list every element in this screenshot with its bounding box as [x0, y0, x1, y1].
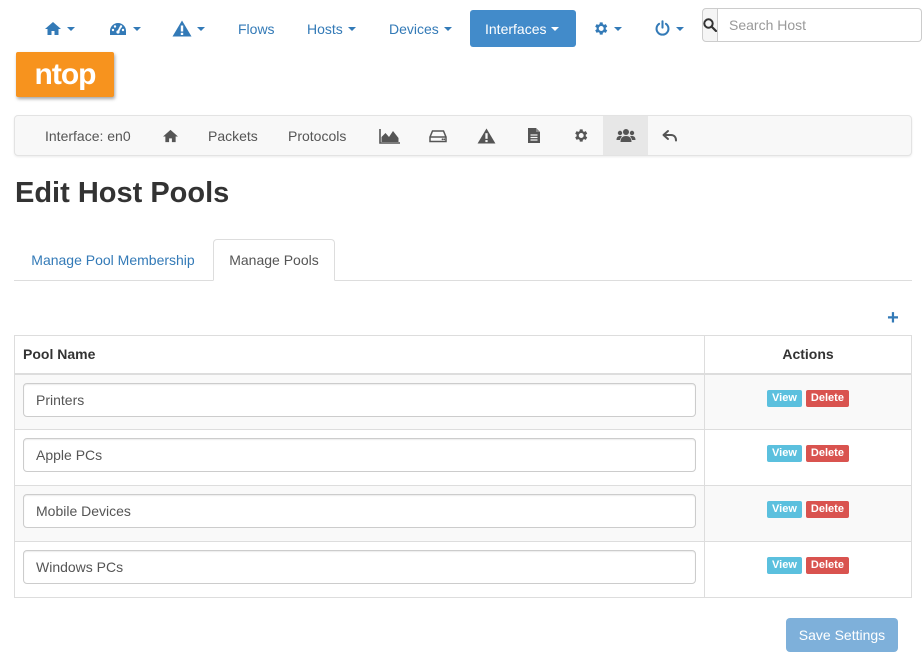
page-title: Edit Host Pools [15, 177, 230, 209]
gear-icon [592, 20, 609, 37]
nav-hosts-menu[interactable]: Hosts [307, 10, 356, 47]
pool-name-input[interactable] [23, 494, 696, 528]
interface-charts-link[interactable] [375, 116, 405, 155]
plus-icon: + [887, 307, 899, 329]
dashboard-gauge-icon [108, 21, 128, 37]
interface-host-pools-link[interactable] [603, 116, 648, 155]
nav-alerts-menu[interactable] [172, 10, 205, 47]
search-input[interactable] [718, 8, 922, 42]
nav-settings-menu[interactable] [592, 10, 622, 47]
home-icon [44, 21, 62, 36]
search-button[interactable] [702, 8, 718, 42]
chevron-down-icon [197, 26, 205, 31]
warning-icon [172, 20, 192, 37]
interface-settings-link[interactable] [565, 116, 595, 155]
ntop-logo[interactable]: ntop [16, 52, 114, 97]
chevron-down-icon [347, 26, 356, 31]
area-chart-icon [379, 128, 400, 144]
nav-hosts-label: Hosts [307, 20, 343, 37]
nav-interfaces-label: Interfaces [485, 20, 547, 37]
pool-name-cell [14, 429, 705, 486]
nav-home-menu[interactable] [44, 10, 75, 47]
interface-packets-link[interactable]: Packets [208, 116, 258, 155]
interface-storage-link[interactable] [423, 116, 453, 155]
pool-name-cell [14, 485, 705, 542]
delete-button[interactable]: Delete [805, 501, 849, 518]
actions-cell: View Delete [704, 429, 912, 486]
table-row: ViewDelete [14, 373, 912, 430]
host-search [702, 8, 922, 42]
warning-icon [477, 127, 495, 144]
add-pool-button[interactable]: + [885, 307, 901, 329]
interface-nav: Interface: en0 Packets Protocols [14, 115, 912, 156]
delete-button[interactable]: Delete [805, 445, 849, 462]
back-link[interactable] [655, 116, 685, 155]
nav-dashboard-menu[interactable] [108, 10, 141, 47]
home-icon [162, 129, 178, 142]
nav-interfaces-menu[interactable]: Interfaces [470, 10, 576, 47]
chevron-down-icon [67, 26, 75, 31]
power-icon [654, 20, 671, 37]
column-header-pool-name: Pool Name [14, 335, 705, 375]
logo-text: ntop [34, 57, 97, 91]
nav-devices-menu[interactable]: Devices [389, 10, 452, 47]
table-row: ViewDelete [14, 541, 912, 598]
table-row: ViewDelete [14, 485, 912, 542]
interface-protocols-link[interactable]: Protocols [288, 116, 346, 155]
interface-report-link[interactable] [519, 116, 549, 155]
pool-name-cell [14, 541, 705, 598]
chevron-down-icon [614, 26, 622, 31]
table-row: ViewDelete [14, 429, 912, 486]
save-settings-button[interactable]: Save Settings [786, 618, 898, 652]
hard-drive-icon [429, 129, 447, 142]
users-icon [616, 129, 635, 142]
chevron-down-icon [443, 26, 452, 31]
chevron-down-icon [676, 26, 684, 31]
nav-flows-link[interactable]: Flows [238, 10, 275, 47]
interface-home-link[interactable] [153, 116, 187, 155]
actions-cell: View Delete [704, 373, 912, 430]
nav-power-menu[interactable] [654, 10, 684, 47]
table-header-row: Pool Name Actions [14, 335, 912, 375]
pool-name-input[interactable] [23, 550, 696, 584]
nav-flows-label: Flows [238, 20, 275, 37]
view-button[interactable]: View [767, 445, 802, 462]
view-button[interactable]: View [767, 389, 802, 407]
actions-cell: View Delete [704, 541, 912, 598]
view-button[interactable]: View [767, 501, 802, 518]
pools-table: Pool Name Actions ViewDelete ViewDelete [14, 335, 912, 598]
chevron-down-icon [551, 26, 560, 31]
file-text-icon [528, 128, 540, 143]
search-icon [703, 18, 717, 32]
interface-alerts-link[interactable] [471, 116, 501, 155]
gear-icon [574, 129, 587, 142]
pool-name-input[interactable] [23, 438, 696, 472]
actions-cell: View Delete [704, 485, 912, 542]
tab-manage-pool-membership[interactable]: Manage Pool Membership [14, 239, 212, 281]
nav-devices-label: Devices [389, 20, 439, 37]
tab-manage-pools[interactable]: Manage Pools [213, 239, 335, 281]
back-arrow-icon [662, 129, 677, 141]
view-button[interactable]: View [767, 557, 802, 574]
delete-button[interactable]: Delete [805, 389, 849, 407]
delete-button[interactable]: Delete [805, 557, 849, 574]
column-header-actions: Actions [704, 335, 912, 375]
interface-label: Interface: en0 [45, 127, 131, 144]
pool-name-cell [14, 373, 705, 430]
chevron-down-icon [133, 26, 141, 31]
pool-name-input[interactable] [23, 382, 696, 417]
